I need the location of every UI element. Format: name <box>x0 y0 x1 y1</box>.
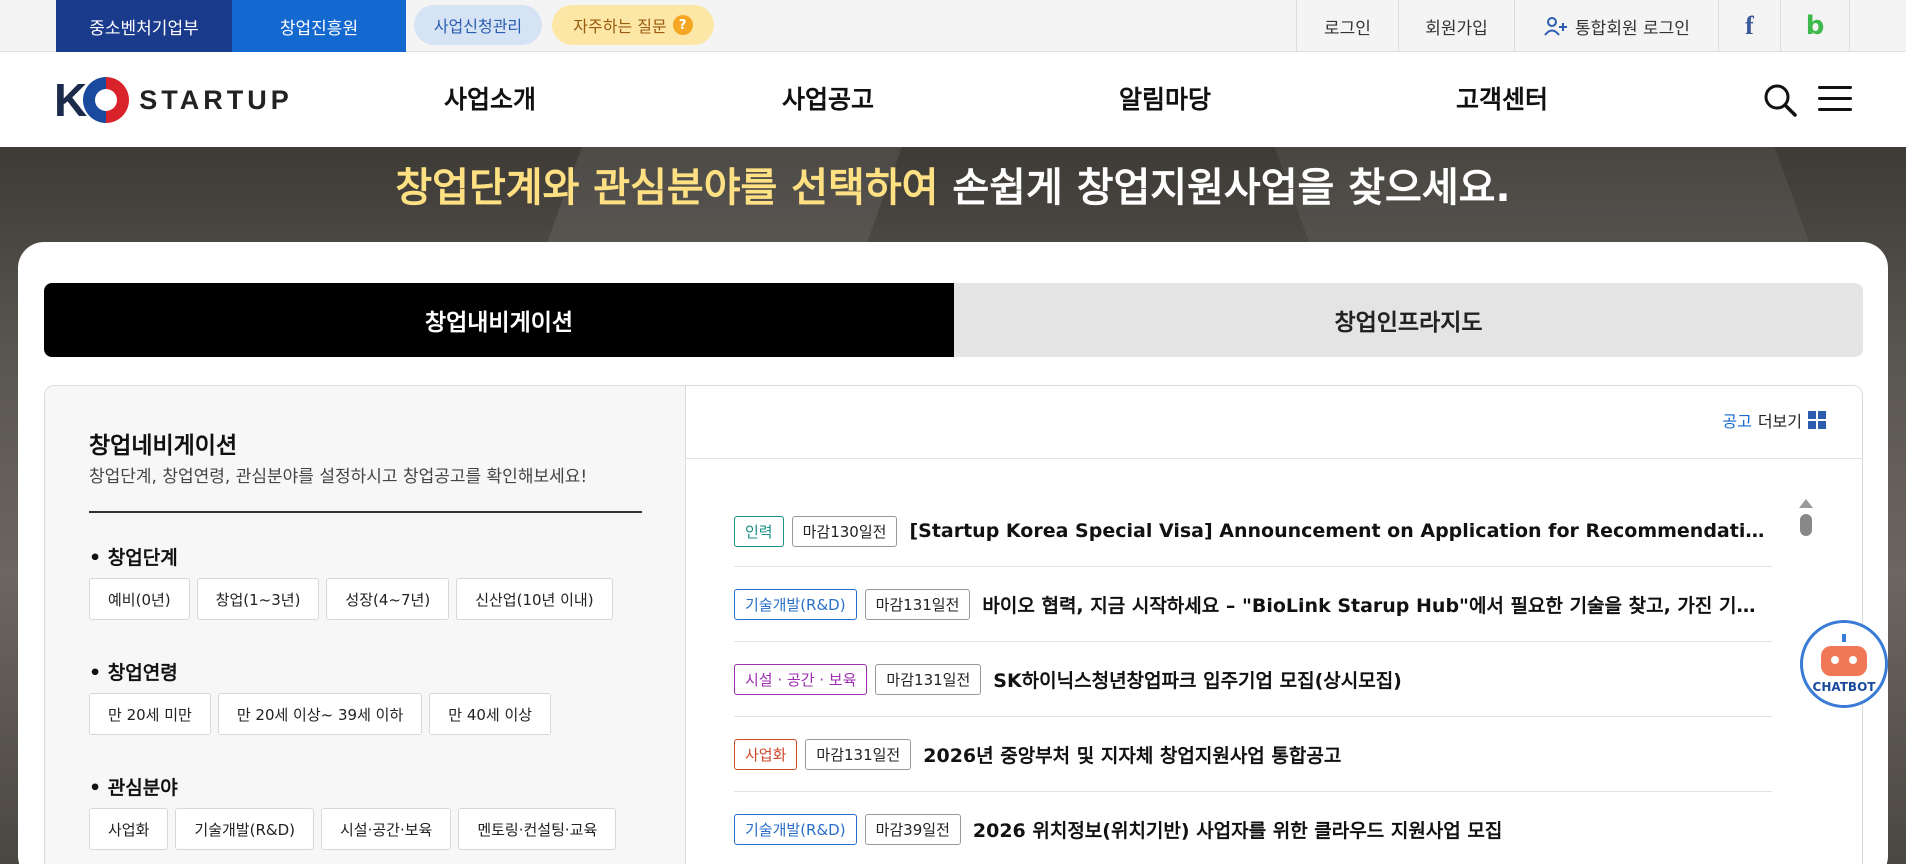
chip-stage-pre[interactable]: 예비(0년) <box>89 578 190 620</box>
question-icon: ? <box>672 15 693 35</box>
more-announcements-link[interactable]: 공고 더보기 <box>1722 408 1826 432</box>
navigation-panel: 창업내비게이션 창업인프라지도 창업네비게이션 창업단계, 창업연령, 관심분야… <box>18 242 1888 864</box>
chip-stage-new-industry[interactable]: 신산업(10년 이내) <box>456 578 613 620</box>
scrollbar-thumb[interactable] <box>1800 514 1812 536</box>
chip-stage-early[interactable]: 창업(1~3년) <box>196 578 320 620</box>
category-badge: 기술개발(R&D) <box>734 813 857 845</box>
chatbot-button[interactable]: CHATBOT <box>1800 620 1888 708</box>
section-label-stage: • 창업단계 <box>89 547 178 569</box>
scroll-up-arrow-icon[interactable] <box>1799 499 1813 508</box>
facebook-icon[interactable]: f <box>1718 0 1780 52</box>
biz-apply-link[interactable]: 사업신청관리 <box>414 5 542 45</box>
deadline-badge: 마감131일전 <box>864 588 971 620</box>
more-prefix: 공고 <box>1722 412 1752 431</box>
chip-interest-commercialization[interactable]: 사업화 <box>89 808 169 850</box>
more-label: 더보기 <box>1757 412 1802 431</box>
chatbot-label: CHATBOT <box>1812 680 1876 694</box>
nav-business-intro[interactable]: 사업소개 <box>444 80 536 116</box>
taeguk-logo-mark <box>83 77 130 123</box>
login-link[interactable]: 로그인 <box>1296 0 1398 52</box>
hero-title-highlight: 창업단계와 관심분야를 선택하여 <box>395 165 939 211</box>
announcement-title[interactable]: 2026년 중앙부처 및 지자체 창업지원사업 통합공고 <box>923 741 1772 768</box>
announcement-panel: 공고 더보기 인력 마감130일전 [Startup Korea Special… <box>686 386 1862 864</box>
search-icon[interactable] <box>1762 82 1798 118</box>
hero-title: 창업단계와 관심분야를 선택하여 손쉽게 창업지원사업을 찾으세요. <box>0 155 1906 213</box>
robot-icon <box>1821 646 1867 676</box>
mss-link[interactable]: 중소벤처기업부 <box>56 0 232 52</box>
chip-interest-facility[interactable]: 시설·공간·보육 <box>320 808 452 850</box>
kised-link[interactable]: 창업진흥원 <box>232 0 406 52</box>
signup-link[interactable]: 회원가입 <box>1398 0 1514 52</box>
tab-startup-infra-map[interactable]: 창업인프라지도 <box>954 283 1863 357</box>
grid-icon <box>1808 411 1826 429</box>
hero-title-rest: 손쉽게 창업지원사업을 찾으세요. <box>938 165 1511 211</box>
faq-link[interactable]: 자주하는 질문 ? <box>552 5 714 45</box>
tab-startup-navigation[interactable]: 창업내비게이션 <box>44 283 954 357</box>
main-header: K STARTUP 사업소개 사업공고 알림마당 고객센터 <box>0 52 1906 147</box>
filter-description: 창업단계, 창업연령, 관심분야를 설정하시고 창업공고를 확인해보세요! <box>89 467 588 487</box>
category-badge: 기술개발(R&D) <box>734 588 857 620</box>
divider <box>89 511 642 513</box>
stage-chip-row: 예비(0년) 창업(1~3년) 성장(4~7년) 신산업(10년 이내) <box>89 578 613 620</box>
user-add-icon <box>1544 17 1568 36</box>
filter-panel: 창업네비게이션 창업단계, 창업연령, 관심분야를 설정하시고 창업공고를 확인… <box>45 386 686 864</box>
blog-icon[interactable]: b <box>1780 0 1850 52</box>
announcement-list: 인력 마감130일전 [Startup Korea Special Visa] … <box>734 496 1772 864</box>
nav-news[interactable]: 알림마당 <box>1119 80 1211 116</box>
interest-chip-row: 사업화 기술개발(R&D) 시설·공간·보육 멘토링·컨설팅·교육 <box>89 808 617 850</box>
age-chip-row: 만 20세 미만 만 20세 이상~ 39세 이하 만 40세 이상 <box>89 693 552 735</box>
filter-title: 창업네비게이션 <box>89 433 238 459</box>
announcement-row[interactable]: 시설 · 공간 · 보육 마감131일전 SK하이닉스청년창업파크 입주기업 모… <box>734 642 1772 717</box>
logo-k: K <box>54 74 88 126</box>
divider <box>686 458 1862 459</box>
unified-login-link[interactable]: 통합회원 로그인 <box>1514 0 1718 52</box>
announcement-title[interactable]: SK하이닉스청년창업파크 입주기업 모집(상시모집) <box>993 666 1772 693</box>
chip-age-20-39[interactable]: 만 20세 이상~ 39세 이하 <box>217 693 423 735</box>
announcement-title[interactable]: 바이오 협력, 지금 시작하세요 – "BioLink Starup Hub"에… <box>982 591 1772 618</box>
chip-stage-growth[interactable]: 성장(4~7년) <box>326 578 450 620</box>
section-label-interest: • 관심분야 <box>89 777 178 799</box>
announcement-row[interactable]: 사업화 마감131일전 2026년 중앙부처 및 지자체 창업지원사업 통합공고 <box>734 717 1772 792</box>
chip-age-under20[interactable]: 만 20세 미만 <box>89 693 211 735</box>
category-badge: 시설 · 공간 · 보육 <box>734 663 868 695</box>
announcement-row[interactable]: 인력 마감130일전 [Startup Korea Special Visa] … <box>734 496 1772 567</box>
kstartup-logo[interactable]: K STARTUP <box>54 70 293 130</box>
announcement-row[interactable]: 기술개발(R&D) 마감131일전 바이오 협력, 지금 시작하세요 – "Bi… <box>734 567 1772 642</box>
announcement-title[interactable]: 2026 위치정보(위치기반) 사업자를 위한 클라우드 지원사업 모집 <box>973 816 1772 843</box>
announcement-row[interactable]: 기술개발(R&D) 마감39일전 2026 위치정보(위치기반) 사업자를 위한… <box>734 792 1772 864</box>
logo-text: STARTUP <box>139 84 293 115</box>
chip-interest-mentoring[interactable]: 멘토링·컨설팅·교육 <box>458 808 617 850</box>
category-badge: 인력 <box>734 515 784 547</box>
navigation-content: 창업네비게이션 창업단계, 창업연령, 관심분야를 설정하시고 창업공고를 확인… <box>44 385 1863 864</box>
deadline-badge: 마감130일전 <box>791 515 898 547</box>
nav-business-notice[interactable]: 사업공고 <box>782 80 874 116</box>
robot-antenna <box>1842 634 1846 642</box>
category-badge: 사업화 <box>734 738 798 770</box>
hamburger-menu-icon[interactable] <box>1818 86 1852 114</box>
section-label-age: • 창업연령 <box>89 662 178 684</box>
faq-label: 자주하는 질문 <box>573 17 667 36</box>
deadline-badge: 마감131일전 <box>875 663 982 695</box>
chip-interest-rnd[interactable]: 기술개발(R&D) <box>175 808 314 850</box>
unified-login-label: 통합회원 로그인 <box>1575 18 1690 39</box>
deadline-badge: 마감131일전 <box>805 738 912 770</box>
deadline-badge: 마감39일전 <box>864 813 961 845</box>
utility-bar: 중소벤처기업부 창업진흥원 사업신청관리 자주하는 질문 ? 로그인 회원가입 … <box>0 0 1906 52</box>
chip-age-40plus[interactable]: 만 40세 이상 <box>429 693 552 735</box>
announcement-title[interactable]: [Startup Korea Special Visa] Announcemen… <box>909 520 1772 542</box>
nav-customer-center[interactable]: 고객센터 <box>1456 80 1548 116</box>
